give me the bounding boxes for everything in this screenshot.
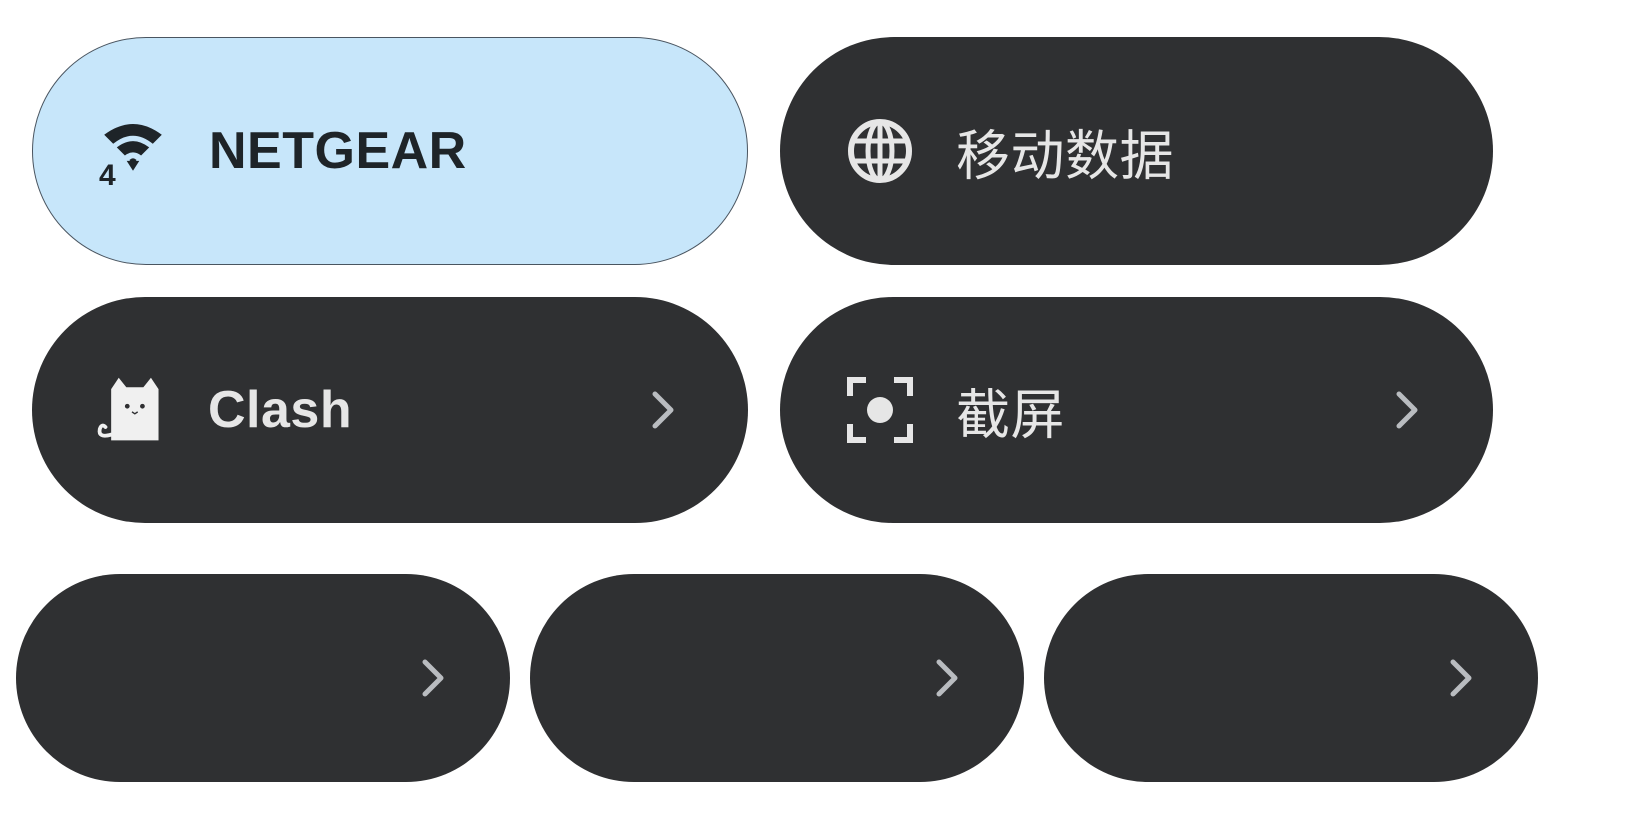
wifi-icon: 4 bbox=[97, 115, 169, 192]
mobile-data-label: 移动数据 bbox=[956, 124, 1174, 188]
screenshot-label: 截屏 bbox=[956, 383, 1065, 447]
wifi-generation-badge: 4 bbox=[99, 159, 116, 192]
wifi-network-label: NETGEAR bbox=[209, 122, 467, 180]
quick-tile-bottom-1[interactable] bbox=[16, 574, 510, 782]
screenshot-icon bbox=[844, 374, 916, 446]
quick-tile-bottom-2[interactable] bbox=[530, 574, 1024, 782]
screenshot-tile[interactable]: 截屏 bbox=[780, 297, 1493, 523]
clash-tile[interactable]: Clash bbox=[32, 297, 748, 523]
mobile-data-tile[interactable]: 移动数据 bbox=[780, 37, 1493, 265]
chevron-right-icon bbox=[936, 659, 958, 697]
quick-tile-bottom-3[interactable] bbox=[1044, 574, 1538, 782]
chevron-right-icon bbox=[422, 659, 444, 697]
globe-icon bbox=[844, 115, 916, 187]
chevron-right-icon bbox=[1450, 659, 1472, 697]
cat-icon bbox=[96, 374, 168, 446]
wifi-tile[interactable]: 4 NETGEAR bbox=[32, 37, 748, 265]
chevron-right-icon bbox=[1396, 391, 1418, 429]
chevron-right-icon bbox=[652, 391, 674, 429]
clash-label: Clash bbox=[208, 381, 353, 439]
